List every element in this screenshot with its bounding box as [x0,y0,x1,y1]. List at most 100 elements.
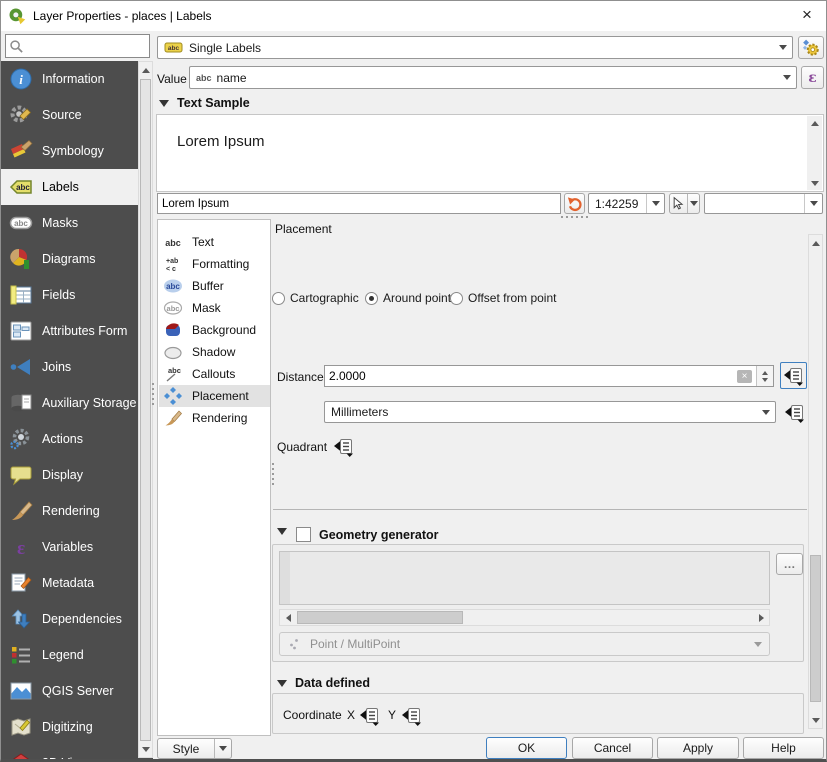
tab-rendering[interactable]: Rendering [159,407,270,429]
content-splitter-handle[interactable] [272,463,274,465]
sidebar-item-label: Information [42,72,105,86]
section-separator [273,509,807,510]
sidebar-item-qgis-server[interactable]: QGIS Server [1,673,138,709]
layer-properties-window: Layer Properties - places | Labels × i I… [0,0,827,762]
labeling-mode-select[interactable]: abc Single Labels [157,36,793,59]
editor-h-scrollbar[interactable] [279,609,770,626]
scroll-up-icon[interactable] [807,116,822,130]
distance-spinbox[interactable]: × [324,365,774,387]
preview-scale-select[interactable]: 1:42259 [588,193,665,214]
scroll-up-icon[interactable] [139,62,152,78]
fields-icon [8,282,34,308]
sidebar-item-rendering[interactable]: Rendering [1,493,138,529]
panel-splitter-handle[interactable] [561,216,563,218]
spin-up-icon[interactable] [762,371,768,375]
cancel-button[interactable]: Cancel [572,737,653,759]
map-settings-button[interactable] [669,193,700,214]
h-scrollbar-thumb[interactable] [297,611,463,624]
geometry-generator-header[interactable] [277,528,295,535]
chevron-down-icon[interactable] [687,194,700,213]
apply-button[interactable]: Apply [657,737,739,759]
text-sample-header[interactable]: Text Sample [159,96,250,110]
data-defined-header[interactable]: Data defined [277,676,370,690]
scroll-down-icon[interactable] [807,176,822,190]
geometry-expression-editor[interactable] [279,551,770,605]
tab-buffer[interactable]: abc Buffer [159,275,270,297]
sidebar-item-digitizing[interactable]: Digitizing [1,709,138,745]
sidebar-item-joins[interactable]: Joins [1,349,138,385]
quadrant-data-defined-button[interactable] [332,435,355,458]
distance-data-defined-button[interactable] [780,362,807,389]
geometry-type-select[interactable]: Point / MultiPoint [279,632,770,656]
scroll-up-icon[interactable] [809,235,822,251]
sidebar-item-masks[interactable]: abc Masks [1,205,138,241]
coordinate-x-data-defined-button[interactable] [358,704,381,727]
ok-button[interactable]: OK [486,737,567,759]
radio-cartographic[interactable]: Cartographic [272,291,359,305]
sidebar-item-diagrams[interactable]: Diagrams [1,241,138,277]
units-data-defined-button[interactable] [783,401,806,424]
automated-placement-settings-button[interactable] [798,36,824,59]
sidebar-item-variables[interactable]: ε Variables [1,529,138,565]
expression-more-button[interactable]: … [776,553,803,575]
sidebar-item-display[interactable]: Display [1,457,138,493]
value-field-select[interactable]: abc name [189,66,797,89]
clear-value-icon[interactable]: × [737,370,752,383]
sidebar-item-symbology[interactable]: Symbology [1,133,138,169]
distance-units-select[interactable]: Millimeters [324,401,776,423]
mask-tab-icon: abc [163,298,183,318]
tab-background[interactable]: Background [159,319,270,341]
style-menu-button[interactable]: Style [157,738,232,759]
title-bar[interactable]: Layer Properties - places | Labels × [1,1,826,31]
placement-scrollbar[interactable] [808,234,823,729]
sidebar-item-label: Diagrams [42,252,96,266]
scroll-down-icon[interactable] [809,712,822,728]
multipoint-icon [288,637,302,651]
geometry-generator-checkbox[interactable] [296,527,311,542]
tab-text[interactable]: abc Text [159,231,270,253]
sidebar-splitter-handle[interactable] [152,383,154,385]
tab-formatting[interactable]: +ab< c Formatting [159,253,270,275]
sidebar-item-attributes-form[interactable]: Attributes Form [1,313,138,349]
sidebar-item-metadata[interactable]: Metadata [1,565,138,601]
sidebar-item-labels[interactable]: abc Labels [1,169,138,205]
sidebar-item-3d-view[interactable]: 3D View [1,745,138,762]
tab-shadow[interactable]: Shadow [159,341,270,363]
chevron-down-icon [747,642,769,647]
sidebar-scrollbar[interactable] [138,61,153,758]
sidebar-item-information[interactable]: i Information [1,61,138,97]
sample-text-input[interactable] [158,197,560,211]
sample-text-field[interactable] [157,193,561,214]
preview-scrollbar[interactable] [807,116,822,190]
spinner-buttons[interactable] [756,366,773,386]
editor-gutter [280,552,290,604]
sidebar-scrollbar-thumb[interactable] [140,79,151,741]
tab-callouts[interactable]: abc Callouts [159,363,270,385]
tab-label: Callouts [192,367,235,381]
search-input[interactable] [24,38,139,54]
sidebar-item-legend[interactable]: Legend [1,637,138,673]
coordinate-y-data-defined-button[interactable] [400,704,423,727]
placement-scrollbar-thumb[interactable] [810,555,821,702]
scroll-left-icon[interactable] [280,610,296,625]
spin-down-icon[interactable] [762,378,768,382]
sidebar-item-dependencies[interactable]: Dependencies [1,601,138,637]
expression-builder-button[interactable]: ε [801,66,824,89]
close-icon[interactable]: × [790,1,824,30]
sidebar-item-auxiliary-storage[interactable]: Auxiliary Storage [1,385,138,421]
help-button[interactable]: Help [743,737,824,759]
sidebar-item-actions[interactable]: Actions [1,421,138,457]
tab-placement[interactable]: Placement [159,385,270,407]
dependencies-icon [8,606,34,632]
sidebar-item-fields[interactable]: Fields [1,277,138,313]
tab-mask[interactable]: abc Mask [159,297,270,319]
scroll-right-icon[interactable] [753,610,769,625]
distance-input[interactable] [325,368,737,384]
sidebar-item-source[interactable]: Source [1,97,138,133]
radio-offset-from-point[interactable]: Offset from point [450,291,556,305]
sample-background-select[interactable] [704,193,823,214]
reset-sample-button[interactable] [564,193,585,214]
radio-around-point[interactable]: Around point [365,291,451,305]
scroll-down-icon[interactable] [139,741,152,757]
tab-label: Mask [192,301,221,315]
